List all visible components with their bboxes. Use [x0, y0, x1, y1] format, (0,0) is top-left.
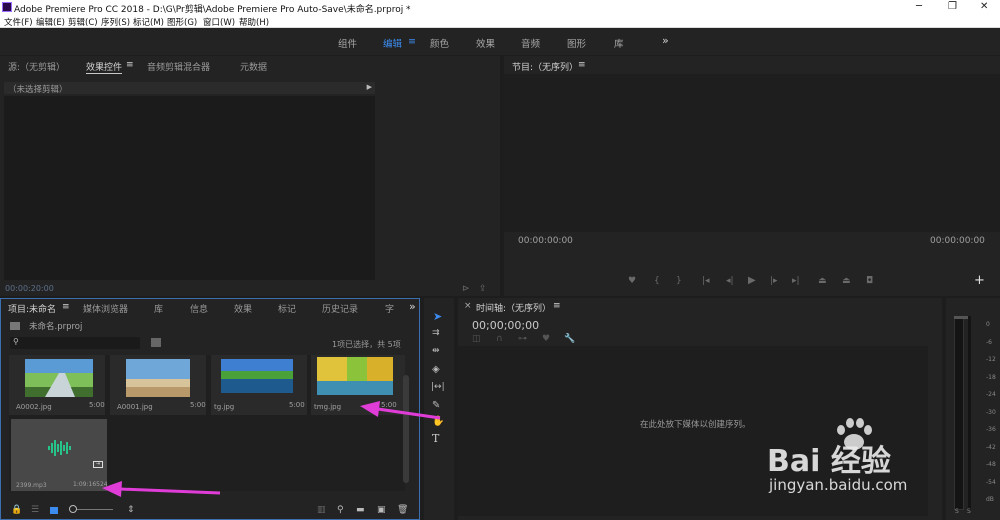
annotation-arrow-1: [360, 401, 441, 420]
annotation-arrow-2: [102, 481, 221, 497]
watermark-brand: Bai 经验: [767, 444, 891, 479]
watermark-url: jingyan.baidu.com: [769, 476, 908, 494]
baidu-watermark: Bai 经验 jingyan.baidu.com: [765, 418, 965, 508]
